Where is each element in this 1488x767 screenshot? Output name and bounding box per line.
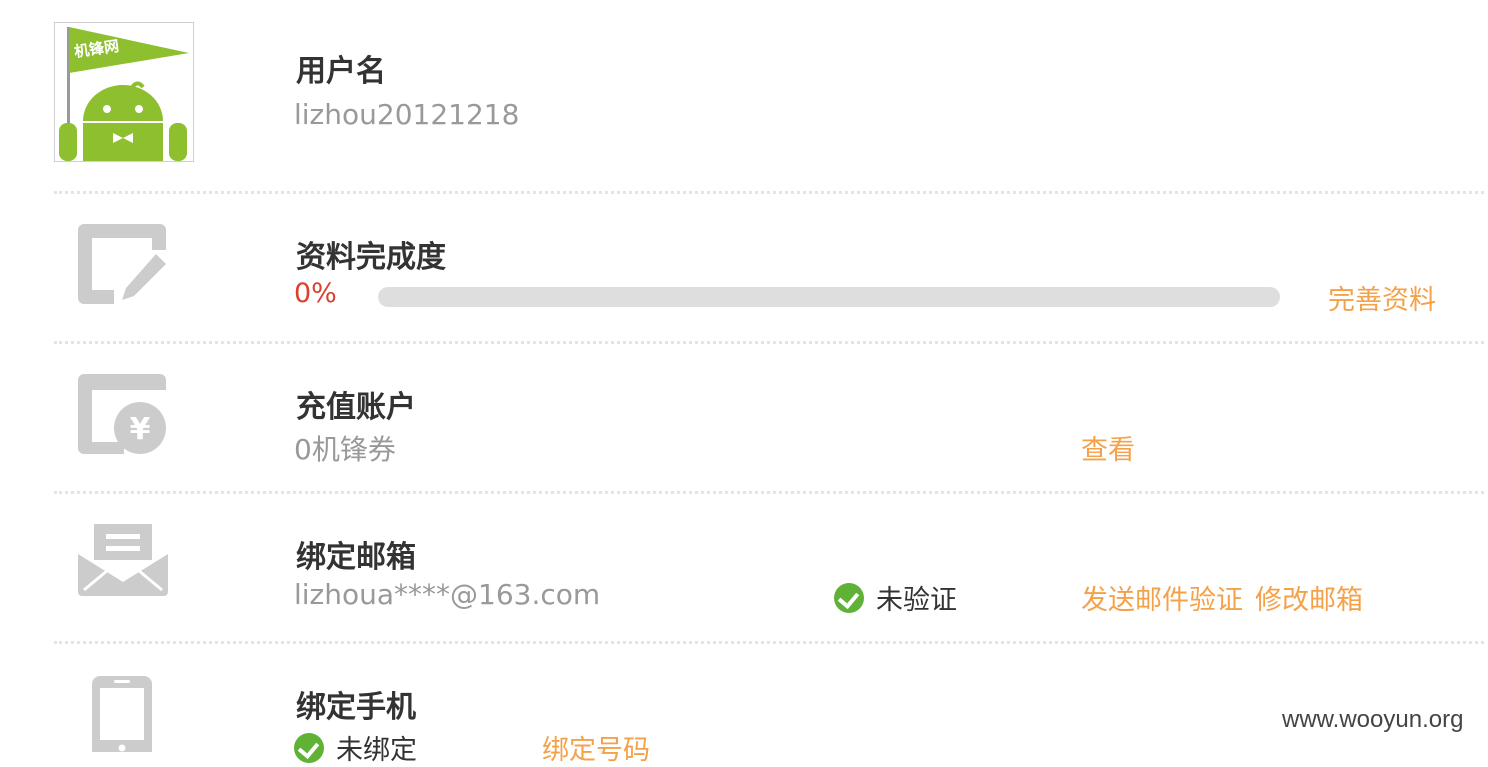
divider bbox=[54, 641, 1484, 644]
send-verification-email-link[interactable]: 发送邮件验证 bbox=[1081, 578, 1243, 617]
edit-icon bbox=[78, 224, 168, 310]
avatar[interactable]: 机锋网 bbox=[54, 22, 194, 162]
recharge-account-title: 充值账户 bbox=[296, 390, 416, 425]
phone-icon bbox=[92, 676, 152, 766]
svg-text:¥: ¥ bbox=[130, 412, 151, 447]
envelope-icon bbox=[78, 524, 168, 600]
wallet-yen-icon: ¥ bbox=[78, 374, 168, 458]
watermark: www.wooyun.org bbox=[1282, 706, 1464, 733]
bind-phone-row: 绑定手机 未绑定 绑定号码 bbox=[54, 646, 1484, 766]
view-account-link[interactable]: 查看 bbox=[1081, 428, 1135, 467]
phone-status-text: 未绑定 bbox=[336, 735, 417, 766]
user-row: 机锋网 用户名 lizhou20121218 bbox=[54, 22, 1484, 162]
bind-email-value: lizhoua****@163.com bbox=[294, 578, 601, 611]
modify-email-link[interactable]: 修改邮箱 bbox=[1255, 578, 1363, 617]
username-value: lizhou20121218 bbox=[294, 98, 520, 131]
email-status-text: 未验证 bbox=[876, 585, 957, 616]
recharge-account-row: ¥ 充值账户 0机锋券 查看 bbox=[54, 346, 1484, 492]
recharge-account-balance: 0机锋券 bbox=[294, 433, 396, 466]
divider bbox=[54, 491, 1484, 494]
email-status: 未验证 bbox=[834, 578, 957, 617]
profile-completion-title: 资料完成度 bbox=[296, 240, 446, 275]
check-icon bbox=[834, 582, 864, 613]
bind-phone-link[interactable]: 绑定号码 bbox=[542, 728, 650, 767]
bind-phone-title: 绑定手机 bbox=[296, 690, 416, 725]
username-label: 用户名 bbox=[296, 54, 386, 89]
phone-status: 未绑定 bbox=[294, 728, 417, 767]
complete-profile-link[interactable]: 完善资料 bbox=[1328, 278, 1436, 317]
bind-email-row: 绑定邮箱 lizhoua****@163.com 未验证 发送邮件验证 修改邮箱 bbox=[54, 496, 1484, 642]
bind-email-title: 绑定邮箱 bbox=[296, 540, 416, 575]
android-avatar-icon: 机锋网 bbox=[59, 27, 189, 161]
divider bbox=[54, 191, 1484, 194]
check-icon bbox=[294, 732, 324, 763]
profile-completion-row: 资料完成度 0% 完善资料 bbox=[54, 196, 1484, 342]
profile-completion-bar bbox=[378, 287, 1280, 307]
divider bbox=[54, 341, 1484, 344]
profile-completion-percent: 0% bbox=[294, 278, 337, 309]
